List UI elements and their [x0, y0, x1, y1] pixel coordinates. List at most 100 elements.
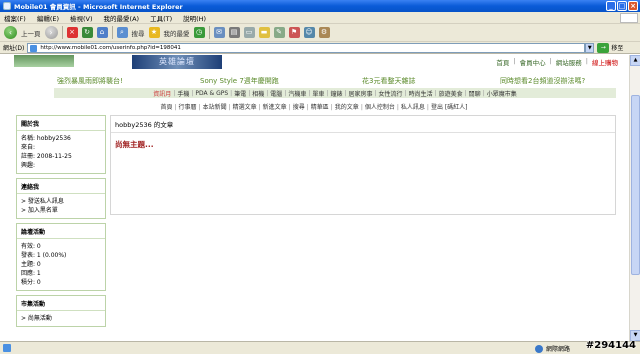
- address-url: http://www.mobile01.com/userinfo.php?id=…: [40, 44, 181, 51]
- contact-box: 連絡我 > 發送私人訊息 > 加入黑名單: [16, 178, 106, 219]
- research-icon[interactable]: ⚑: [288, 27, 300, 38]
- category-link[interactable]: 女性流行: [379, 89, 403, 98]
- globe-icon: [534, 344, 543, 353]
- category-link[interactable]: 居家房事: [348, 89, 372, 98]
- stat-replies: 回應: 1: [21, 270, 41, 277]
- subnav-link[interactable]: 本站新聞: [203, 104, 227, 111]
- category-link[interactable]: 單車: [312, 89, 324, 98]
- toplink-member-center[interactable]: 會員中心: [520, 57, 546, 67]
- watermark: #294144: [585, 340, 636, 351]
- toplink-home[interactable]: 首頁: [496, 57, 509, 67]
- page-icon: [30, 44, 38, 52]
- search-button[interactable]: 搜尋: [132, 28, 145, 38]
- subnav-link[interactable]: 首頁: [160, 104, 172, 111]
- mail-icon[interactable]: ✉: [213, 27, 225, 38]
- category-bar: 資訊月 | 手機 | PDA & GPS | 筆電 | 相機 | 電腦 | 汽機車 | 單車 | 鐘錶 | 居家房事…: [54, 88, 616, 98]
- maximize-button[interactable]: □: [617, 1, 627, 11]
- scroll-thumb[interactable]: [631, 95, 640, 275]
- separator: |: [585, 57, 588, 65]
- ad-link[interactable]: 強烈暴風雨即將襲台!: [57, 76, 123, 86]
- back-button[interactable]: 上一頁: [21, 28, 41, 38]
- category-link[interactable]: 鐘錶: [330, 89, 342, 98]
- menu-view[interactable]: 檢視(V): [70, 13, 93, 23]
- profile-title: 關於我: [17, 116, 105, 131]
- category-link[interactable]: 電腦: [270, 89, 282, 98]
- discuss-icon[interactable]: ✎: [273, 27, 285, 38]
- ad-link[interactable]: Sony Style 7週年慶開跑: [200, 76, 279, 86]
- category-link[interactable]: 筆電: [234, 89, 246, 98]
- separator: |: [191, 89, 194, 97]
- separator: [61, 26, 63, 39]
- refresh-icon[interactable]: ↻: [81, 27, 93, 38]
- minimize-button[interactable]: _: [606, 1, 616, 11]
- menu-tools[interactable]: 工具(T): [150, 13, 172, 23]
- subnav-link[interactable]: 新進文章: [263, 104, 287, 111]
- forum-stats-title: 論壇活動: [17, 224, 105, 239]
- history-icon[interactable]: ◷: [193, 27, 205, 38]
- separator: |: [396, 104, 399, 111]
- favorites-star-icon[interactable]: ★: [148, 27, 160, 38]
- vertical-scrollbar[interactable]: ▲ ▼: [629, 55, 640, 341]
- top-links: 首頁 | 會員中心 | 網站服務 | 線上購物: [496, 57, 618, 67]
- stat-valid: 有效: 0: [21, 243, 41, 250]
- toplink-shopping[interactable]: 線上購物: [592, 57, 618, 67]
- category-link[interactable]: 資訊月: [153, 89, 171, 98]
- category-link[interactable]: 相機: [252, 89, 264, 98]
- subnav-link[interactable]: 搜尋: [293, 104, 305, 111]
- home-icon[interactable]: ⌂: [96, 27, 108, 38]
- ad-link[interactable]: 花3元看整天雜誌: [362, 76, 415, 86]
- separator: |: [326, 89, 329, 97]
- no-topics-message: 尚無主題...: [115, 140, 154, 149]
- blacklist-link[interactable]: > 加入黑名單: [21, 206, 101, 215]
- search-icon[interactable]: ⌕: [116, 27, 128, 38]
- category-link[interactable]: 閒聊: [469, 89, 481, 98]
- stat-topics: 主題: 0: [21, 261, 41, 268]
- subnav-link[interactable]: 精選文章: [233, 104, 257, 111]
- site-logo[interactable]: [14, 55, 74, 67]
- separator: |: [266, 89, 269, 97]
- profile-box: 關於我 名稱: hobby2536 來自: 註冊: 2008-11-25 興趣:: [16, 115, 106, 174]
- category-link[interactable]: PDA & GPS: [195, 90, 228, 97]
- scroll-up-icon[interactable]: ▲: [630, 55, 640, 66]
- toplink-services[interactable]: 網站服務: [556, 57, 582, 67]
- category-link[interactable]: 汽機車: [288, 89, 306, 98]
- menu-edit[interactable]: 編輯(E): [37, 13, 59, 23]
- subnav-link[interactable]: 精華區: [311, 104, 329, 111]
- subnav-link[interactable]: 登出 [碼紅人]: [431, 104, 468, 111]
- stat-posts: 發表: 1 (0.00%): [21, 252, 67, 259]
- subnav-link[interactable]: 我的文章: [335, 104, 359, 111]
- subnav-link[interactable]: 行事曆: [179, 104, 197, 111]
- category-link[interactable]: 手機: [177, 89, 189, 98]
- go-arrow-icon[interactable]: →: [597, 42, 610, 53]
- close-button[interactable]: ×: [628, 1, 638, 11]
- send-message-link[interactable]: > 發送私人訊息: [21, 197, 101, 206]
- forward-arrow-icon[interactable]: ›: [44, 26, 58, 39]
- separator: |: [248, 89, 251, 97]
- banner-image[interactable]: 英雄論壇: [132, 55, 222, 69]
- tools-icon[interactable]: ⚙: [318, 27, 330, 38]
- market-none: > 尚無活動: [21, 315, 52, 322]
- print-icon[interactable]: ▤: [228, 27, 240, 38]
- address-dropdown-icon[interactable]: ▼: [585, 42, 595, 53]
- separator: |: [344, 89, 347, 97]
- messenger-icon[interactable]: ☺: [303, 27, 315, 38]
- menu-file[interactable]: 檔案(F): [4, 13, 26, 23]
- go-button[interactable]: 移至: [611, 43, 623, 52]
- subnav-link[interactable]: 個人控制台: [365, 104, 395, 111]
- stop-icon[interactable]: ×: [66, 27, 78, 38]
- ie-icon: [3, 2, 11, 10]
- category-link[interactable]: 時尚生活: [409, 89, 433, 98]
- menu-favorites[interactable]: 我的最愛(A): [104, 13, 140, 23]
- back-arrow-icon[interactable]: ‹: [4, 26, 17, 39]
- subnav-link[interactable]: 私人訊息: [401, 104, 425, 111]
- edit-icon[interactable]: ▭: [243, 27, 255, 38]
- category-link[interactable]: 小眾魔市集: [487, 89, 517, 98]
- category-link[interactable]: 旅遊美食: [439, 89, 463, 98]
- page-status-icon: [3, 344, 11, 352]
- folder-icon[interactable]: ▬: [258, 27, 270, 38]
- favorites-button[interactable]: 我的最愛: [164, 28, 190, 38]
- menu-help[interactable]: 說明(H): [183, 13, 206, 23]
- ad-link[interactable]: 同時想看2台頻道沒辦法嗎?: [500, 76, 585, 86]
- separator: |: [174, 104, 177, 111]
- address-input[interactable]: http://www.mobile01.com/userinfo.php?id=…: [27, 42, 586, 53]
